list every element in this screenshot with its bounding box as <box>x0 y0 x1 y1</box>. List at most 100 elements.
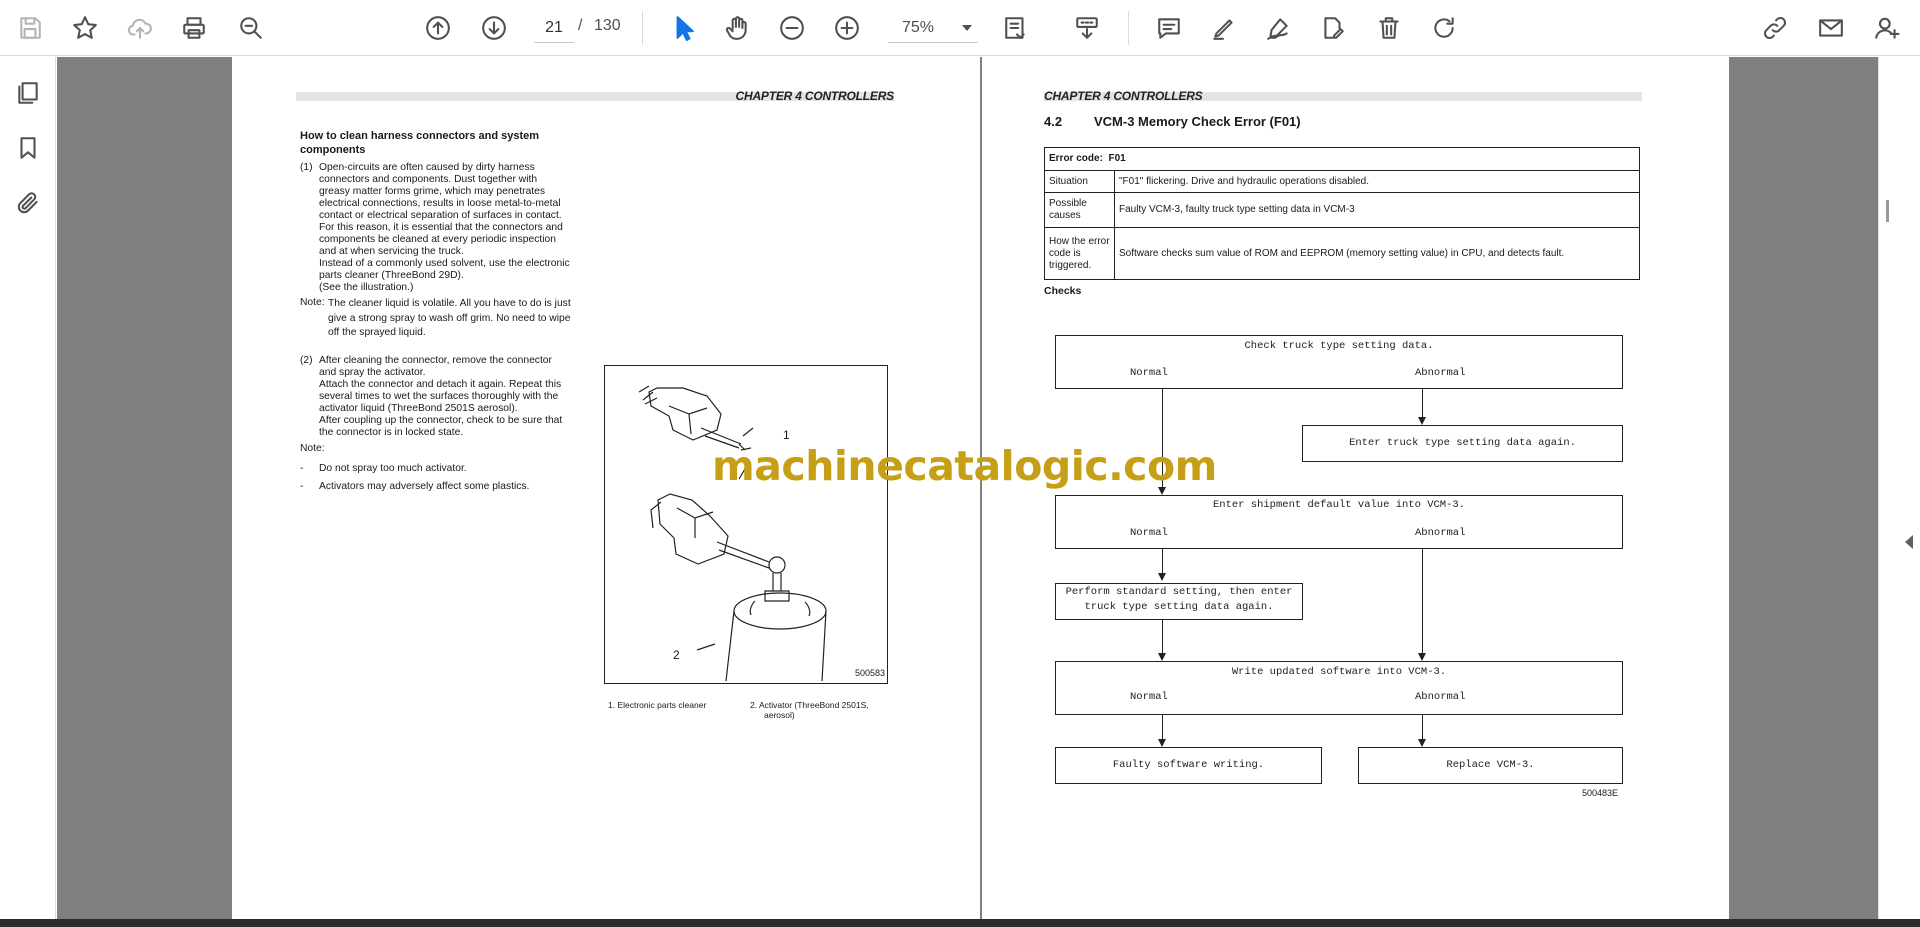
save-icon[interactable] <box>12 10 48 46</box>
paragraph-line: several times to wet the surfaces thorou… <box>319 391 559 402</box>
page-total: 130 <box>594 17 621 34</box>
flow-line <box>1422 715 1423 741</box>
paragraph-line: greasy matter forms grime, which may pen… <box>319 186 546 197</box>
paragraph-line: parts cleaner (ThreeBond 29D). <box>319 270 464 281</box>
chapter-header: CHAPTER 4 CONTROLLERS <box>735 89 895 103</box>
main-toolbar: / 130 75% <box>0 0 1920 56</box>
pen-highlight-icon[interactable] <box>1206 10 1242 46</box>
cloud-upload-icon[interactable] <box>122 10 158 46</box>
flow-arrow <box>1418 417 1426 425</box>
paragraph-number: (1) <box>300 162 313 173</box>
paragraph-line: electrical connections, results in loose… <box>319 198 561 209</box>
paragraph-line: After coupling up the connector, check t… <box>319 415 563 426</box>
section-title: VCM-3 Memory Check Error (F01) <box>1094 114 1301 129</box>
paragraph-line: contact or electrical separation of surf… <box>319 210 562 221</box>
note-label: Note: <box>300 443 325 454</box>
checks-label: Checks <box>1044 285 1082 297</box>
scroll-mode-icon[interactable] <box>1069 10 1105 46</box>
chevron-down-icon <box>962 25 972 31</box>
flow-text: Faulty software writing. <box>1112 759 1265 771</box>
email-icon[interactable] <box>1813 10 1849 46</box>
delete-icon[interactable] <box>1371 10 1407 46</box>
paragraph-line: Attach the connector and detach it again… <box>319 379 562 390</box>
flow-arrow <box>1418 653 1426 661</box>
comment-icon[interactable] <box>1151 10 1187 46</box>
previous-page-icon[interactable] <box>420 10 456 46</box>
flow-line <box>1422 549 1423 655</box>
flow-text: Write updated software into VCM-3. <box>1231 666 1447 678</box>
section-heading: How to clean harness connectors and syst… <box>300 130 540 156</box>
flow-line <box>1162 620 1163 655</box>
zoom-out-icon[interactable] <box>774 10 810 46</box>
flow-arrow <box>1158 573 1166 581</box>
error-code-cell: Error code: F01 <box>1044 147 1640 171</box>
next-page-icon[interactable] <box>476 10 512 46</box>
paragraph-line: For this reason, it is essential that th… <box>319 222 563 233</box>
error-code-label: Error code: <box>1049 153 1103 164</box>
paragraph-line: Instead of a commonly used solvent, use … <box>319 258 570 269</box>
paragraph-line: and at when servicing the truck. <box>319 246 464 257</box>
sign-icon[interactable] <box>1260 10 1296 46</box>
flow-line <box>1162 715 1163 741</box>
paragraph-number: (2) <box>300 355 313 366</box>
chapter-header: CHAPTER 4 CONTROLLERS <box>1044 89 1203 103</box>
figure-code: 500583 <box>855 668 886 678</box>
paragraph-line: the connector is in locked state. <box>319 427 464 438</box>
table-label: How the error code is triggered. <box>1044 227 1115 280</box>
attachments-icon[interactable] <box>10 185 46 221</box>
connector-cleaning-illustration: 1 2 500583 <box>604 365 888 684</box>
bullet-item: Do not spray too much activator. <box>319 463 467 474</box>
flow-arrow <box>1418 739 1426 747</box>
flow-label-normal: Normal <box>1130 527 1168 539</box>
toolbar-divider <box>642 11 643 45</box>
page-fit-icon[interactable] <box>998 10 1034 46</box>
flow-text-line: Perform standard setting, then enter <box>1065 586 1293 598</box>
flow-text: Enter truck type setting data again. <box>1349 437 1576 449</box>
callout-1: 1 <box>783 428 790 442</box>
rotate-icon[interactable] <box>1426 10 1462 46</box>
flow-text: Perform standard setting, then enter tru… <box>1055 585 1303 615</box>
scrollbar-thumb[interactable] <box>1886 200 1889 222</box>
document-viewer[interactable]: CHAPTER 4 CONTROLLERS How to clean harne… <box>57 57 1878 919</box>
table-label: Situation <box>1044 170 1115 193</box>
callout-2: 2 <box>673 648 680 662</box>
fill-sign-icon[interactable] <box>1315 10 1351 46</box>
flow-label-abnormal: Abnormal <box>1415 691 1466 703</box>
page-number-input[interactable] <box>534 13 574 43</box>
flow-line <box>1162 549 1163 575</box>
bookmarks-icon[interactable] <box>10 130 46 166</box>
bullet-item: Activators may adversely affect some pla… <box>319 481 530 492</box>
expand-right-panel-icon[interactable] <box>1905 535 1913 549</box>
share-link-icon[interactable] <box>1757 10 1793 46</box>
connector-drawing <box>638 385 827 682</box>
paragraph-2: After cleaning the connector, remove the… <box>319 355 581 439</box>
flow-label-abnormal: Abnormal <box>1415 527 1466 539</box>
bullet-mark: - <box>300 481 304 492</box>
zoom-level-dropdown[interactable]: 75% <box>888 13 978 43</box>
print-icon[interactable] <box>176 10 212 46</box>
figure-caption: 2. Activator (ThreeBond 2501S, <box>750 700 869 710</box>
hand-pan-icon[interactable] <box>719 10 755 46</box>
zoom-search-icon[interactable] <box>233 10 269 46</box>
add-user-icon[interactable] <box>1869 10 1905 46</box>
taskbar-strip <box>0 919 1920 927</box>
flow-text: Enter shipment default value into VCM-3. <box>1212 499 1466 511</box>
figure-code: 500483E <box>1582 788 1619 798</box>
flow-text: Check truck type setting data. <box>1244 340 1434 352</box>
flow-arrow <box>1158 653 1166 661</box>
flow-label-normal: Normal <box>1130 367 1168 379</box>
paragraph-line: Open-circuits are often caused by dirty … <box>319 162 535 173</box>
bookmark-star-icon[interactable] <box>67 10 103 46</box>
zoom-in-icon[interactable] <box>829 10 865 46</box>
flow-label-abnormal: Abnormal <box>1415 367 1466 379</box>
page-thumbnails-icon[interactable] <box>10 75 46 111</box>
page-separator: / <box>578 17 583 34</box>
table-label: Possible causes <box>1044 192 1115 228</box>
select-cursor-icon[interactable] <box>665 10 701 46</box>
left-navigation-rail <box>0 57 70 919</box>
error-code-table: Error code: F01 Situation "F01" flickeri… <box>1044 147 1640 280</box>
table-value: Faulty VCM-3, faulty truck type setting … <box>1114 192 1640 228</box>
note-label: Note: <box>300 297 325 308</box>
right-tools-rail <box>1878 57 1920 919</box>
paragraph-line: (See the illustration.) <box>319 282 414 293</box>
